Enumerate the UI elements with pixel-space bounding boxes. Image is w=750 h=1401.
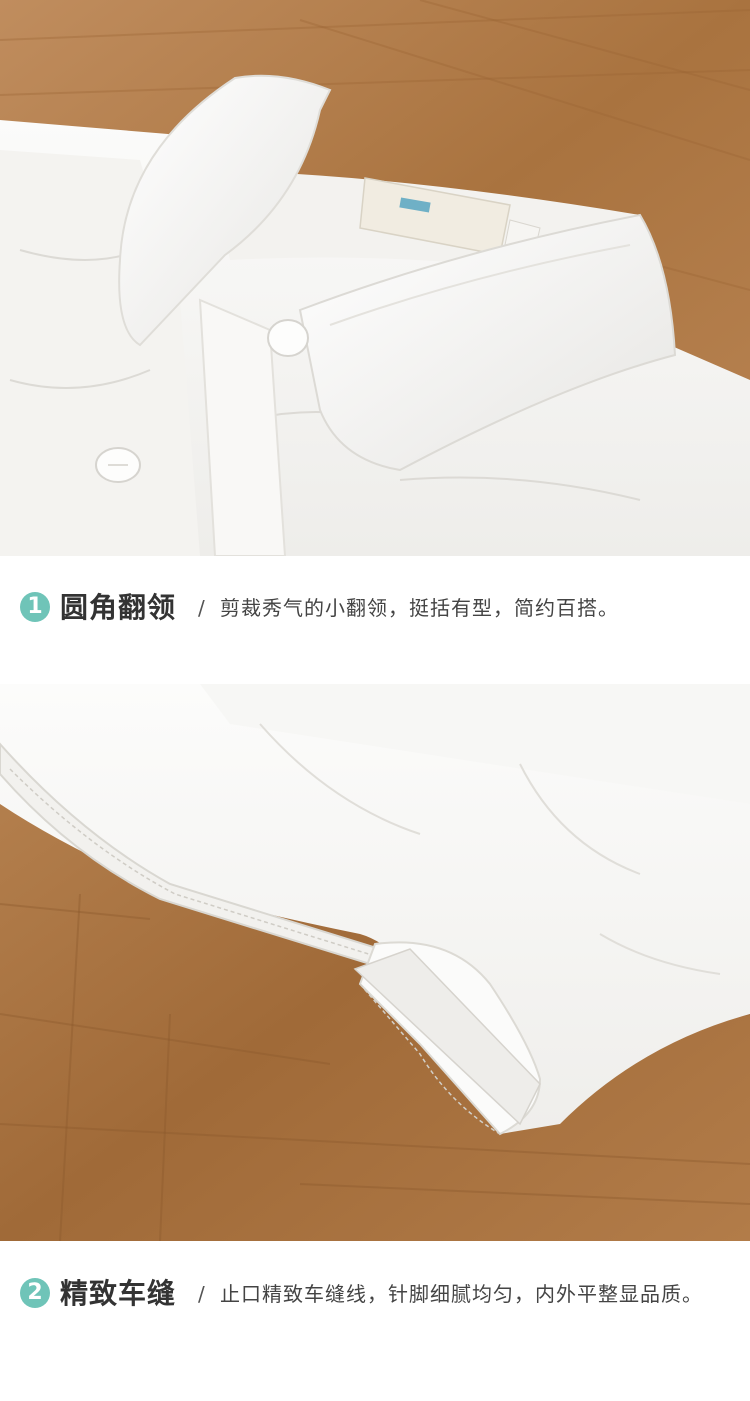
product-photo-hem (0, 684, 750, 1241)
circled-number-2-icon: 2 (20, 1278, 50, 1308)
feature-caption-2: 2 精致车缝 / 止口精致车缝线，针脚细腻均匀，内外平整显品质。 (0, 1270, 750, 1350)
collar-photo-illustration (0, 0, 750, 556)
feature-title: 精致车缝 (60, 1277, 177, 1310)
circled-number-1-icon: 1 (20, 592, 50, 622)
separator: / (198, 596, 205, 620)
feature-description: 剪裁秀气的小翻领，挺括有型，简约百搭。 (220, 596, 619, 620)
separator: / (198, 1282, 205, 1306)
feature-title: 圆角翻领 (60, 591, 177, 624)
feature-description: 止口精致车缝线，针脚细腻均匀，内外平整显品质。 (220, 1282, 703, 1306)
product-photo-collar (0, 0, 750, 556)
hem-photo-illustration (0, 684, 750, 1241)
feature-caption-1: 1 圆角翻领 / 剪裁秀气的小翻领，挺括有型，简约百搭。 (0, 584, 750, 632)
